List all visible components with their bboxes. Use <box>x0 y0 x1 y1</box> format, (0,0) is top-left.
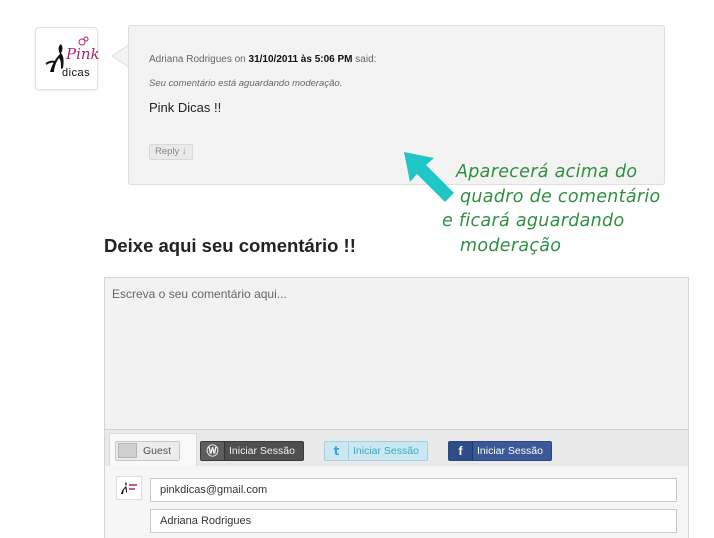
user-icon <box>118 443 137 458</box>
wordpress-icon: Ⓦ <box>201 442 225 460</box>
section-title: Deixe aqui seu comentário !! <box>104 235 356 256</box>
comment-said-word: said: <box>355 54 377 65</box>
wordpress-login-button[interactable]: Ⓦ Iniciar Sessão <box>200 441 304 461</box>
facebook-login-label: Iniciar Sessão <box>477 445 543 457</box>
comment-date: 31/10/2011 às 5:06 PM <box>248 54 353 65</box>
annotation-line-3: e ficará aguardando <box>442 211 625 231</box>
guest-button[interactable]: Guest <box>115 441 181 461</box>
comment-bubble-tail-inner <box>113 45 129 67</box>
guest-fields <box>104 466 689 538</box>
logo-dicas-text: dicas <box>62 67 91 79</box>
annotation-line-4: moderação <box>460 235 562 256</box>
facebook-login-button[interactable]: f Iniciar Sessão <box>448 441 552 461</box>
annotation-text: Aparecerá acima do quadro de comentário … <box>440 160 690 258</box>
facebook-icon: f <box>449 442 473 460</box>
login-bar: Guest Ⓦ Iniciar Sessão t Iniciar Sessão fI… <box>104 430 689 466</box>
moderation-notice: Seu comentário está aguardando moderação… <box>149 78 343 89</box>
twitter-login-label: Iniciar Sessão <box>353 445 419 457</box>
email-field[interactable] <box>150 478 677 502</box>
twitter-icon: t <box>325 442 349 460</box>
twitter-login-button[interactable]: t Iniciar Sessão <box>324 441 428 461</box>
comment-box <box>104 277 689 430</box>
comment-on-word: on <box>234 54 246 65</box>
mini-logo-icon <box>121 482 137 494</box>
guest-label: Guest <box>143 445 172 457</box>
comment-text: Pink Dicas !! <box>149 100 222 115</box>
comment-author: Adriana Rodrigues <box>149 54 232 65</box>
logo-pink-text: Pink <box>66 45 100 63</box>
commenter-avatar: Pink dicas <box>35 27 100 90</box>
mini-avatar <box>116 476 142 500</box>
comment-textarea[interactable] <box>105 278 688 429</box>
reply-button[interactable]: Reply ↓ <box>149 144 193 160</box>
wordpress-login-label: Iniciar Sessão <box>229 445 295 457</box>
annotation-line-2: quadro de comentário <box>460 186 661 207</box>
annotation-line-1: Aparecerá acima do <box>456 162 638 182</box>
comment-meta: Adriana Rodrigues on 31/10/2011 às 5:06 … <box>149 54 376 65</box>
name-field[interactable] <box>150 509 677 533</box>
